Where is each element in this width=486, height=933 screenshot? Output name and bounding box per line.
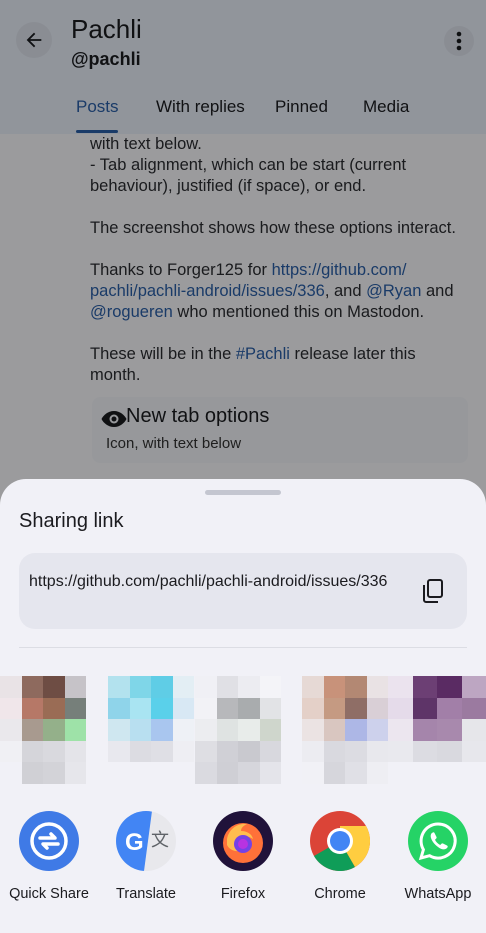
blurred-contact-avatar[interactable]	[108, 676, 194, 762]
share-target-firefox[interactable]: Firefox	[195, 811, 291, 921]
sheet-title: Sharing link	[19, 510, 124, 532]
app-label: WhatsApp	[404, 886, 472, 902]
share-sheet: Sharing link https://github.com/pachli/p…	[0, 479, 486, 933]
divider	[19, 647, 467, 648]
app-label: Firefox	[220, 886, 266, 902]
app-label: Translate	[116, 886, 176, 902]
shared-link-box: https://github.com/pachli/pachli-android…	[19, 553, 467, 629]
app-share-targets: Quick Share G文 Translate Firefox Chrome …	[0, 811, 486, 921]
chrome-icon	[310, 811, 371, 872]
svg-text:G: G	[125, 829, 144, 856]
copy-button[interactable]	[417, 575, 449, 607]
share-target-chrome[interactable]: Chrome	[292, 811, 388, 921]
drag-handle[interactable]	[205, 490, 281, 495]
firefox-icon	[213, 811, 273, 871]
share-target-whatsapp[interactable]: WhatsApp	[390, 811, 486, 921]
app-label: Quick Share	[9, 886, 89, 902]
shared-link-text: https://github.com/pachli/pachli-android…	[29, 573, 388, 590]
blurred-contact-avatar[interactable]	[0, 676, 86, 784]
share-target-translate[interactable]: G文 Translate	[98, 811, 194, 921]
blurred-contact-avatar[interactable]	[195, 676, 281, 784]
whatsapp-icon	[408, 811, 468, 871]
quick-share-icon	[19, 811, 79, 871]
translate-icon: G文	[116, 811, 176, 871]
svg-text:文: 文	[151, 830, 169, 851]
blurred-contact-avatar[interactable]	[302, 676, 388, 784]
copy-icon	[423, 579, 443, 603]
app-label: Chrome	[314, 886, 366, 902]
direct-share-targets	[0, 654, 486, 794]
blurred-contact-avatar[interactable]	[388, 676, 486, 762]
share-target-quick-share[interactable]: Quick Share	[1, 811, 97, 921]
